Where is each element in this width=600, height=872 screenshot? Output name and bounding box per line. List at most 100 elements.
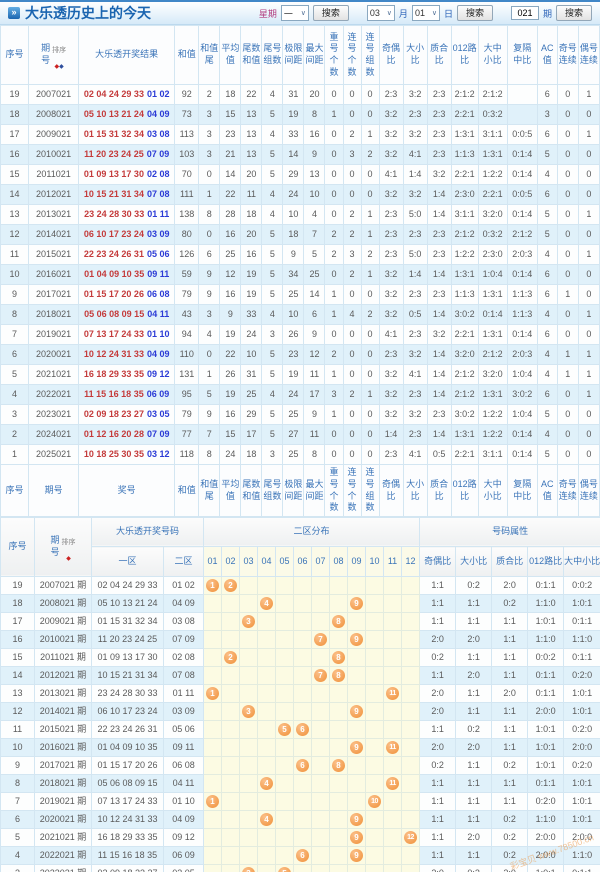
table2-row: 16 2010021 期 11 20 23 24 25 07 09 7 9 2:0 2:0 1:… <box>0 630 600 649</box>
stat-cell: 5 <box>261 244 284 266</box>
dist-cell <box>239 630 259 649</box>
day-select[interactable]: 01 ∨ <box>411 5 440 21</box>
stat-cell: 2:3 <box>426 244 452 266</box>
stat-cell: 2 <box>342 264 362 286</box>
dist-cell: 4 <box>257 594 277 613</box>
stat-cell: 0 <box>360 84 380 106</box>
dist-cell <box>311 828 331 847</box>
issue-input[interactable] <box>510 6 539 20</box>
stat-cell: 9 <box>303 404 326 426</box>
dist-cell <box>401 630 421 649</box>
stat-cell: 2:3 <box>426 124 452 146</box>
table2-row: 10 2016021 期 01 04 09 10 35 09 11 9 11 2:0 2:0 1… <box>0 738 600 757</box>
seq-cell: 10 <box>0 738 35 757</box>
stat-cell: 4 <box>536 424 558 446</box>
stat-cell: 1:1:3 <box>450 284 479 306</box>
dist-cell <box>221 846 241 865</box>
issue-cell: 2023021 <box>28 404 80 426</box>
back-ball: 11 <box>386 777 400 790</box>
back-zone-numbers: 03 08 <box>146 128 170 139</box>
day-select-value: 01 <box>414 8 425 18</box>
table2-row: 19 2007021 期 02 04 24 29 33 01 02 1 2 1:1 0:2 2:… <box>0 576 600 595</box>
stat-cell: 3:2 <box>402 184 428 206</box>
dist-cell <box>275 594 295 613</box>
col-issue-sort[interactable]: 期 号 排序 ◆◆ <box>28 24 80 86</box>
dist-cell <box>275 576 295 595</box>
attr-cell: 0:0:2 <box>527 648 565 667</box>
attr-cell: 0:1:1 <box>527 684 565 703</box>
stat-cell: 126 <box>174 244 200 266</box>
sort-desc-icon[interactable]: ◆ <box>59 64 64 70</box>
dist-cell <box>383 630 403 649</box>
stat-cell: 2:3 <box>426 404 452 426</box>
seq-cell: 17 <box>0 124 30 146</box>
stat-cell: 2 <box>324 224 344 246</box>
stat-cell: 2:3 <box>426 84 452 106</box>
stat-cell: 29 <box>282 164 305 186</box>
dist-cell <box>365 774 385 793</box>
dist-cell <box>311 612 331 631</box>
col-big-mid-small: 大中 小比 <box>477 24 508 86</box>
col-odd-even: 奇偶 比 <box>378 24 404 86</box>
issue-cell: 2022021 <box>28 384 80 406</box>
issue-cell: 2008021 <box>28 104 80 126</box>
sort-asc-icon[interactable]: ◆ <box>66 556 71 562</box>
back-ball: 1 <box>206 795 220 808</box>
stats-table-body: 19 2007021 02 04 24 29 33 01 02 92 2 18 22 4 31 20… <box>0 84 600 466</box>
stat-cell: 5:0 <box>402 204 428 226</box>
draw-result-cell: 16 18 29 33 35 09 12 <box>78 364 176 386</box>
col-consecutive-groups: 连号 组数 <box>360 24 380 86</box>
back-zone-numbers: 09 11 <box>147 268 170 279</box>
stat-cell <box>506 104 538 126</box>
page: » 大乐透历史上的今天 星期 一 ∨ 搜索 03 ∨ 月 01 ∨ 日 搜索 期 <box>0 0 600 872</box>
dist-cell <box>239 720 259 739</box>
table1-row: 11 2015021 22 23 24 26 31 05 06 126 6 25 16 5 9 5 2… <box>0 244 600 266</box>
seq-cell: 12 <box>0 702 35 721</box>
sort-widget[interactable]: 排序 ◆ <box>62 532 76 563</box>
stat-cell: 1:4 <box>426 304 452 326</box>
dist-cell <box>347 648 367 667</box>
stat-cell: 19 <box>219 324 242 346</box>
stat-cell: 29 <box>240 404 263 426</box>
zone1-cell: 11 15 16 18 35 <box>91 846 164 865</box>
col2-issue-sort[interactable]: 期 号 排序 ◆ <box>34 516 92 578</box>
dist-cell <box>347 684 367 703</box>
date-search-button[interactable]: 搜索 <box>456 5 493 21</box>
attr-cell: 1:0:1 <box>527 612 565 631</box>
issue-cell: 2018021 <box>28 304 80 326</box>
issue-cell: 2012021 期 <box>34 666 92 685</box>
dist-cell: 11 <box>383 684 403 703</box>
dist-cell <box>221 864 241 872</box>
dist-cell <box>257 630 277 649</box>
stat-cell: 1 <box>556 344 579 366</box>
stat-cell: 0 <box>360 164 380 186</box>
stat-cell: 4 <box>536 164 558 186</box>
back-ball: 5 <box>278 867 292 872</box>
issue-search-button[interactable]: 搜索 <box>555 5 592 21</box>
stat-cell: 43 <box>174 304 200 326</box>
week-search-button[interactable]: 搜索 <box>312 5 349 21</box>
attr-cell: 2:0:0 <box>527 846 565 865</box>
dist-cell: 9 <box>347 594 367 613</box>
back-ball: 7 <box>314 633 328 646</box>
dist-cell <box>365 594 385 613</box>
dist-cell <box>347 864 367 872</box>
stat-cell: 0 <box>577 104 600 126</box>
dist-cell <box>275 828 295 847</box>
table2-row: 14 2012021 期 10 15 21 31 34 07 08 7 8 1:1 2:0 1:… <box>0 666 600 685</box>
stat-cell: 1 <box>577 304 600 326</box>
month-select[interactable]: 03 ∨ <box>366 5 395 21</box>
week-select[interactable]: 一 ∨ <box>280 5 309 21</box>
stat-cell: 3:0:2 <box>450 304 479 326</box>
title-bar: » 大乐透历史上的今天 星期 一 ∨ 搜索 03 ∨ 月 01 ∨ 日 搜索 期 <box>0 0 600 25</box>
stat-cell: 2:1:2 <box>506 224 538 246</box>
stat-cell: 31 <box>282 84 305 106</box>
table1-row: 10 2016021 01 04 09 10 35 09 11 59 9 12 19 5 34 25… <box>0 264 600 286</box>
sort-widget[interactable]: 排序 ◆◆ <box>52 40 66 71</box>
stat-cell: 4 <box>342 304 362 326</box>
stats-table: 序号 期 号 排序 ◆◆ 大乐透开奖结果 和值 和值 尾 平均 值 尾数 和值 … <box>0 24 600 517</box>
draw-result-cell: 01 12 16 20 28 07 09 <box>78 424 176 446</box>
dist-cell <box>401 720 421 739</box>
stat-cell: 2:3 <box>378 84 404 106</box>
issue-cell: 2009021 期 <box>34 612 92 631</box>
